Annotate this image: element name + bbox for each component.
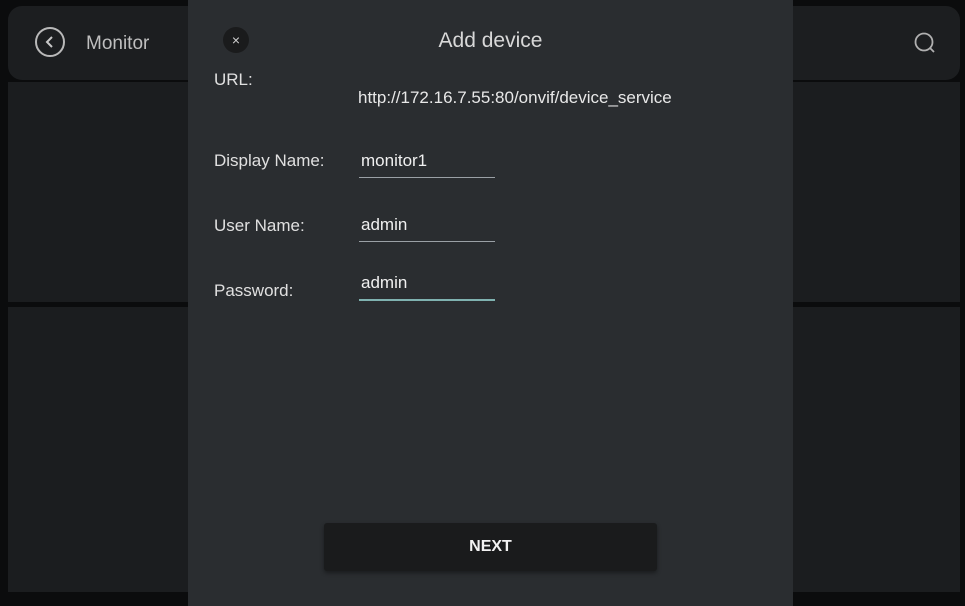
refresh-button[interactable]: [913, 31, 937, 55]
back-button[interactable]: [35, 27, 65, 57]
display-name-field[interactable]: monitor1: [359, 151, 495, 178]
display-name-value: monitor1: [361, 151, 428, 170]
display-name-label: Display Name:: [214, 151, 325, 170]
user-name-value: admin: [361, 215, 408, 234]
camera-panel: [8, 307, 188, 592]
camera-panel: [793, 307, 960, 592]
dialog-title: Add device: [438, 29, 543, 52]
url-label: URL:: [214, 70, 253, 89]
password-label: Password:: [214, 281, 294, 300]
password-field[interactable]: admin: [359, 273, 495, 301]
page-title: Monitor: [86, 33, 150, 54]
next-button[interactable]: NEXT: [324, 523, 657, 571]
add-device-dialog: × Add device URL: http://172.16.7.55:80/…: [188, 0, 793, 606]
user-name-field[interactable]: admin: [359, 215, 495, 242]
url-value: http://172.16.7.55:80/onvif/device_servi…: [358, 88, 672, 107]
password-value: admin: [361, 273, 408, 292]
camera-panel: [8, 82, 188, 302]
camera-panel: [793, 82, 960, 302]
user-name-label: User Name:: [214, 216, 305, 235]
refresh-icon: [914, 32, 935, 53]
chevron-left-icon: [45, 36, 53, 48]
